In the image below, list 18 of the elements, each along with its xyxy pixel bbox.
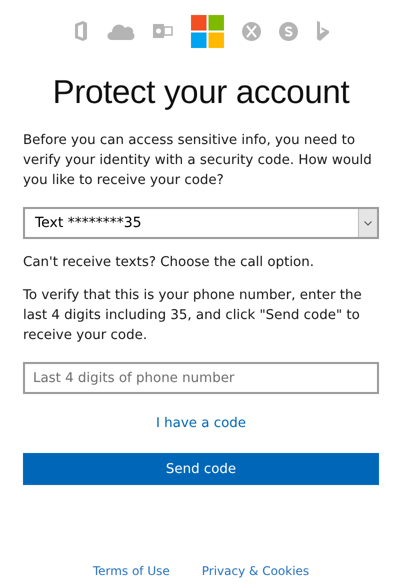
have-code-link[interactable]: I have a code <box>156 416 246 431</box>
footer-link[interactable]: Terms of Use <box>92 564 170 578</box>
footer-link[interactable]: Privacy & Cookies <box>202 564 310 578</box>
page-title: Protect your account <box>52 73 350 111</box>
chat-icon <box>278 22 298 40</box>
method-select[interactable]: Text ********35 <box>23 207 379 239</box>
digits-field[interactable]: Last 4 digits of phone number <box>23 362 379 394</box>
send-code-button[interactable]: Send code <box>23 453 379 485</box>
chevron-icon <box>364 220 372 226</box>
instructions-text: To verify that this is your phone number, enter the last 4 digits including 35, and click "Send code" to receive your code. <box>23 287 363 345</box>
logo-icon <box>190 14 224 48</box>
call-hint-text: Can't receive texts? Choose the call option. <box>23 254 315 272</box>
mail-icon <box>152 21 172 41</box>
search-engine-icon <box>316 21 330 41</box>
intro-text: Before you can access sensitive info, you need to verify your identity with a security code. How would you like to receive your code? <box>23 132 373 190</box>
office-icon <box>72 21 88 41</box>
cloud-icon <box>106 22 134 40</box>
game-icon <box>242 22 260 40</box>
